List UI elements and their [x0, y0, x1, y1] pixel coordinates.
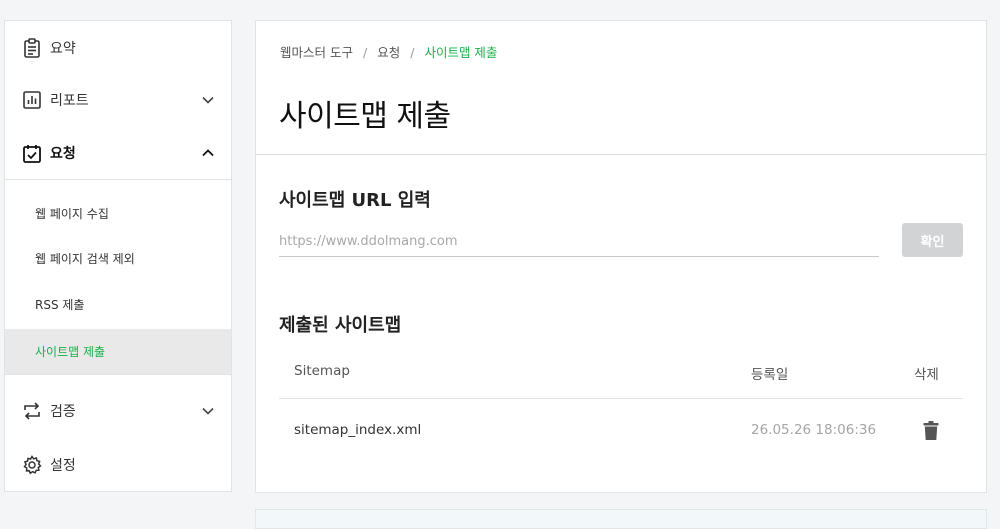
breadcrumb-separator: / — [410, 45, 415, 60]
divider — [279, 398, 963, 399]
column-header-sitemap: Sitemap — [294, 363, 350, 379]
column-header-date: 등록일 — [751, 367, 789, 383]
sidebar-subitem-label: RSS 제출 — [35, 298, 85, 312]
sidebar-item-label: 요청 — [50, 146, 76, 162]
sitemap-url-section-title: 사이트맵 URL 입력 — [279, 190, 431, 211]
repeat-icon — [22, 401, 42, 421]
column-header-delete: 삭제 — [914, 367, 939, 383]
clipboard-icon — [22, 38, 42, 58]
sidebar: 요약 리포트 요청 웹 페이지 수집 웹 페이지 검색 제외 RSS 제출 사이… — [4, 20, 232, 492]
sidebar-subitem-rss-submit[interactable]: RSS 제출 — [5, 282, 231, 327]
sidebar-subitem-label: 웹 페이지 검색 제외 — [35, 252, 135, 266]
divider — [5, 179, 231, 180]
calendar-check-icon — [22, 143, 42, 163]
sitemap-url-input[interactable] — [279, 226, 879, 257]
chevron-down-icon — [201, 93, 215, 107]
bar-chart-icon — [22, 90, 42, 110]
sidebar-item-label: 리포트 — [50, 93, 89, 109]
breadcrumb-item[interactable]: 웹마스터 도구 — [280, 45, 353, 60]
chevron-down-icon — [201, 404, 215, 418]
sidebar-subitem-web-page-collect[interactable]: 웹 페이지 수집 — [5, 191, 231, 236]
bottom-panel — [255, 509, 987, 529]
chevron-up-icon — [201, 146, 215, 160]
breadcrumb: 웹마스터 도구 / 요청 / 사이트맵 제출 — [280, 42, 497, 61]
sidebar-item-summary[interactable]: 요약 — [5, 21, 231, 75]
confirm-button[interactable]: 확인 — [902, 223, 963, 257]
sidebar-subitem-web-page-exclude[interactable]: 웹 페이지 검색 제외 — [5, 236, 231, 281]
sidebar-subitem-sitemap-submit[interactable]: 사이트맵 제출 — [5, 329, 231, 374]
submitted-sitemaps-title: 제출된 사이트맵 — [279, 315, 402, 336]
divider — [256, 154, 986, 155]
sitemap-cell: sitemap_index.xml — [294, 422, 422, 438]
gear-icon — [22, 455, 42, 475]
page-title: 사이트맵 제출 — [279, 99, 451, 134]
sidebar-item-label: 설정 — [50, 458, 76, 474]
main-panel: 웹마스터 도구 / 요청 / 사이트맵 제출 사이트맵 제출 사이트맵 URL 입력 확… — [255, 20, 987, 493]
sidebar-item-settings[interactable]: 설정 — [5, 438, 231, 492]
sidebar-item-label: 검증 — [50, 404, 76, 420]
sidebar-item-report[interactable]: 리포트 — [5, 73, 231, 127]
sidebar-item-label: 요약 — [50, 41, 76, 57]
sidebar-item-verify[interactable]: 검증 — [5, 384, 231, 438]
sidebar-subitem-label: 사이트맵 제출 — [35, 345, 106, 359]
breadcrumb-item[interactable]: 요청 — [377, 45, 400, 60]
sidebar-item-request[interactable]: 요청 — [5, 126, 231, 180]
breadcrumb-separator: / — [362, 45, 368, 60]
date-cell: 26.05.26 18:06:36 — [751, 422, 877, 438]
divider — [5, 374, 231, 375]
sidebar-subitem-label: 웹 페이지 수집 — [35, 207, 109, 221]
trash-icon[interactable] — [923, 421, 939, 441]
breadcrumb-current: 사이트맵 제출 — [424, 45, 498, 60]
